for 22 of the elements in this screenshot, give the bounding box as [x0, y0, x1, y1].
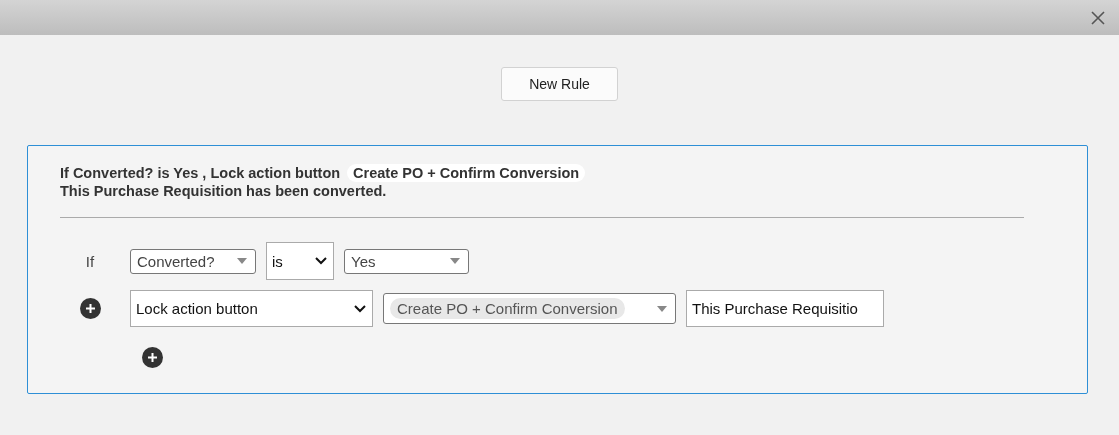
rule-message: This Purchase Requisition has been converted. [60, 183, 388, 199]
plus-icon [85, 304, 95, 313]
close-icon [1091, 10, 1105, 25]
chevron-down-icon [354, 304, 366, 313]
button-chip: Create PO + Confirm Conversion [347, 164, 586, 182]
message-input[interactable]: This Purchase Requisitio [686, 290, 884, 327]
rule-summary: If Converted? is Yes , Lock action button [60, 165, 341, 181]
add-button[interactable] [142, 347, 163, 368]
dropdown[interactable]: Converted? [130, 248, 256, 274]
select-dropdown[interactable]: is [266, 242, 334, 280]
dropdown[interactable]: Yes [344, 248, 469, 274]
new-rule-button[interactable]: New Rule [501, 67, 618, 101]
dropdown-arrow-icon [657, 305, 667, 312]
dropdown-arrow-icon [450, 258, 460, 264]
close-button[interactable] [1091, 10, 1105, 25]
dropdown-arrow-icon [237, 258, 247, 264]
if-label: If [85, 252, 95, 270]
select-dropdown[interactable]: Lock action button [130, 290, 373, 327]
plus-icon [148, 353, 157, 362]
chevron-down-icon [315, 257, 327, 265]
tag-dropdown[interactable]: Create PO + Confirm Conversion [383, 293, 676, 324]
add-button[interactable] [79, 298, 101, 319]
